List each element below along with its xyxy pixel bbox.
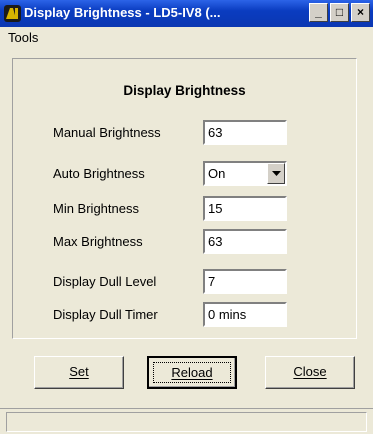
set-button-label: Set <box>69 364 89 379</box>
chevron-down-icon <box>272 171 281 176</box>
window-title: Display Brightness - LD5-IV8 (... <box>24 5 221 20</box>
set-button[interactable]: Set <box>34 356 124 389</box>
close-window-button[interactable]: × <box>351 3 370 22</box>
min-brightness-label: Min Brightness <box>53 201 139 216</box>
maximize-button[interactable]: □ <box>330 3 349 22</box>
manual-brightness-input[interactable] <box>203 120 287 145</box>
menu-bar: Tools <box>0 27 373 47</box>
close-button-label: Close <box>293 364 327 379</box>
status-pane <box>6 412 367 432</box>
max-brightness-label: Max Brightness <box>53 234 143 249</box>
manual-brightness-label: Manual Brightness <box>53 125 161 140</box>
minimize-icon: _ <box>315 5 322 19</box>
status-bar <box>0 408 373 434</box>
reload-button[interactable]: Reload <box>147 356 237 389</box>
display-dull-level-label: Display Dull Level <box>53 274 157 289</box>
dropdown-arrow-button[interactable] <box>267 163 285 184</box>
auto-brightness-label: Auto Brightness <box>53 166 145 181</box>
max-brightness-input[interactable] <box>203 229 287 254</box>
title-bar[interactable]: Display Brightness - LD5-IV8 (... _ □ × <box>0 0 373 27</box>
close-button[interactable]: Close <box>265 356 355 389</box>
display-dull-timer-input[interactable] <box>203 302 287 327</box>
close-icon: × <box>356 5 364 19</box>
panel-title: Display Brightness <box>123 83 246 98</box>
brightness-panel: Display Brightness Manual Brightness Aut… <box>12 58 357 339</box>
auto-brightness-select[interactable]: On <box>203 161 287 186</box>
maximize-icon: □ <box>335 5 344 19</box>
app-logo-icon[interactable] <box>4 5 21 22</box>
auto-brightness-value: On <box>208 166 226 181</box>
menu-tools[interactable]: Tools <box>8 30 38 45</box>
display-dull-timer-label: Display Dull Timer <box>53 307 158 322</box>
display-dull-level-input[interactable] <box>203 269 287 294</box>
min-brightness-input[interactable] <box>203 196 287 221</box>
minimize-button[interactable]: _ <box>309 3 328 22</box>
focus-rectangle <box>153 362 231 383</box>
